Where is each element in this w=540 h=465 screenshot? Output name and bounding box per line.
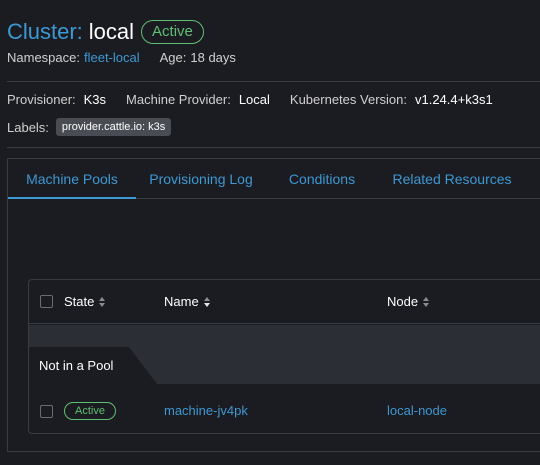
tabs-container: Machine Pools Provisioning Log Condition… (7, 158, 540, 452)
column-header-node[interactable]: Node (387, 280, 430, 324)
column-label-node: Node (387, 294, 419, 309)
machine-provider-value: Local (238, 92, 270, 107)
header-divider (7, 81, 540, 82)
table-header: State Name Node (29, 280, 540, 324)
page-title: Cluster: local Active (7, 16, 204, 48)
sort-icon (99, 296, 106, 308)
tab-conditions[interactable]: Conditions (266, 159, 378, 199)
label-chip: provider.cattle.io: k3s (55, 118, 172, 136)
k8s-version-label: Kubernetes Version: (289, 92, 407, 107)
machines-table: State Name Node Not in a Pool Active mac… (28, 279, 540, 434)
select-all-checkbox[interactable] (40, 295, 53, 308)
row-checkbox[interactable] (40, 405, 53, 418)
status-badge: Active (141, 20, 204, 44)
table-row: Active machine-jv4pk local-node (29, 384, 540, 434)
title-prefix: Cluster: (7, 19, 83, 44)
meta-row: Namespace: fleet-local Age: 18 days (7, 50, 236, 65)
labels-label: Labels: (7, 119, 49, 135)
age-value: 18 days (190, 50, 236, 65)
provisioner-value: K3s (83, 92, 107, 107)
column-label-state: State (64, 294, 95, 309)
node-link[interactable]: local-node (387, 384, 447, 438)
column-header-name[interactable]: Name (164, 280, 210, 324)
namespace-label: Namespace: (7, 50, 80, 65)
group-tab: Not in a Pool (29, 347, 157, 384)
group-row: Not in a Pool (29, 325, 540, 384)
provisioner-label: Provisioner: (7, 92, 76, 107)
namespace-link[interactable]: fleet-local (84, 50, 140, 65)
details-divider (7, 147, 540, 148)
group-label: Not in a Pool (39, 358, 114, 373)
cluster-name: local (88, 19, 135, 44)
age-label: Age: (159, 50, 187, 65)
column-label-name: Name (164, 294, 199, 309)
machine-name-link[interactable]: machine-jv4pk (164, 384, 248, 438)
labels-row: Labels: provider.cattle.io: k3s (7, 118, 172, 136)
row-status-badge: Active (64, 402, 116, 420)
tab-machine-pools[interactable]: Machine Pools (8, 159, 136, 199)
sort-icon (423, 296, 430, 308)
column-header-state[interactable]: State (64, 280, 106, 324)
tab-provisioning-log[interactable]: Provisioning Log (136, 159, 266, 199)
tab-related-resources[interactable]: Related Resources (378, 159, 526, 199)
details-row: Provisioner: K3s Machine Provider: Local… (7, 92, 493, 107)
k8s-version-value: v1.24.4+k3s1 (414, 92, 493, 107)
sort-down-icon (203, 296, 210, 308)
machine-provider-label: Machine Provider: (126, 92, 231, 107)
tab-bar: Machine Pools Provisioning Log Condition… (8, 159, 540, 199)
